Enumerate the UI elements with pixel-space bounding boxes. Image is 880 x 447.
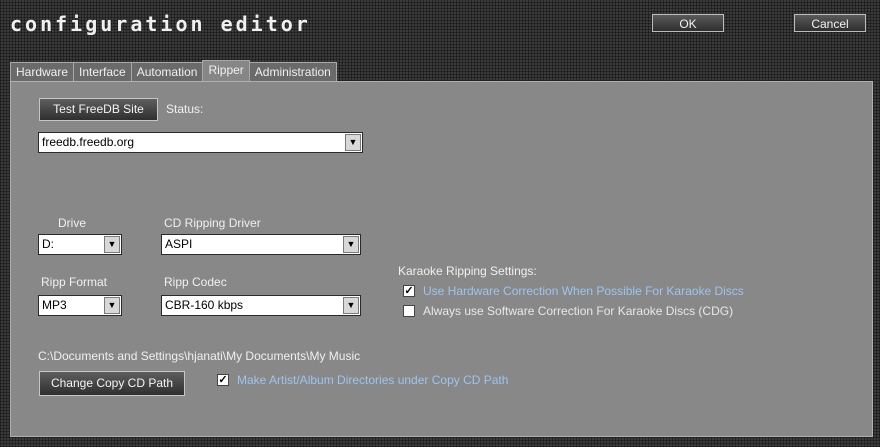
ripp-codec-value: CBR-160 kbps: [165, 298, 244, 312]
make-dirs-checkbox[interactable]: ✓: [217, 374, 229, 386]
karaoke-hardware-label: Use Hardware Correction When Possible Fo…: [423, 284, 744, 298]
ripp-format-label: Ripp Format: [41, 275, 108, 289]
chevron-down-icon[interactable]: ▼: [343, 236, 359, 253]
ripp-codec-label: Ripp Codec: [164, 275, 227, 289]
karaoke-hardware-checkbox[interactable]: ✓: [403, 285, 415, 297]
chevron-down-icon[interactable]: ▼: [104, 236, 120, 253]
ripp-codec-select[interactable]: CBR-160 kbps ▼: [161, 295, 361, 316]
ripping-driver-label: CD Ripping Driver: [164, 216, 261, 230]
ripping-driver-select[interactable]: ASPI ▼: [161, 234, 361, 255]
drive-select[interactable]: D: ▼: [38, 234, 122, 255]
cancel-button[interactable]: Cancel: [794, 14, 866, 32]
tab-ripper[interactable]: Ripper: [202, 60, 250, 81]
karaoke-software-label: Always use Software Correction For Karao…: [423, 304, 734, 318]
status-label: Status:: [166, 102, 204, 116]
tab-automation[interactable]: Automation: [130, 62, 204, 81]
ok-button[interactable]: OK: [652, 14, 724, 32]
make-dirs-label: Make Artist/Album Directories under Copy…: [237, 373, 509, 387]
ripper-panel: Test FreeDB Site Status: freedb.freedb.o…: [10, 81, 873, 437]
drive-label: Drive: [58, 216, 87, 230]
karaoke-heading: Karaoke Ripping Settings:: [398, 264, 537, 278]
checkmark-icon: ✓: [218, 374, 228, 386]
chevron-down-icon[interactable]: ▼: [104, 297, 120, 314]
karaoke-software-checkbox[interactable]: [403, 305, 415, 317]
tab-bar: Hardware Interface Automation Ripper Adm…: [10, 60, 337, 82]
change-copy-cd-path-button[interactable]: Change Copy CD Path: [39, 371, 185, 396]
freedb-server-value: freedb.freedb.org: [42, 135, 135, 149]
checkmark-icon: ✓: [404, 285, 414, 297]
tab-administration[interactable]: Administration: [248, 62, 337, 81]
ripping-driver-value: ASPI: [165, 237, 193, 251]
tab-hardware[interactable]: Hardware: [10, 62, 75, 81]
drive-value: D:: [42, 237, 54, 251]
ripp-format-value: MP3: [42, 298, 67, 312]
chevron-down-icon[interactable]: ▼: [343, 297, 359, 314]
tab-interface[interactable]: Interface: [73, 62, 132, 81]
freedb-server-select[interactable]: freedb.freedb.org ▼: [38, 132, 363, 153]
chevron-down-icon[interactable]: ▼: [345, 134, 361, 151]
ripp-format-select[interactable]: MP3 ▼: [38, 295, 122, 316]
window-title: configuration editor: [10, 12, 311, 36]
test-freedb-button[interactable]: Test FreeDB Site: [39, 98, 158, 121]
copy-cd-path: C:\Documents and Settings\hjanati\My Doc…: [38, 349, 361, 363]
